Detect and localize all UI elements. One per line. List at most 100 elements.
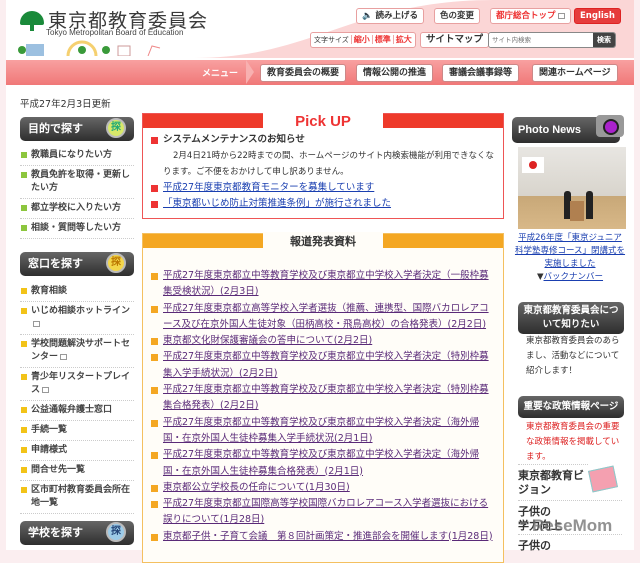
last-updated: 平成27年2月3日更新: [20, 99, 111, 110]
list-item: 東京都子供・子育て会議 第８回計画策定・推進部会を開催します(1月28日): [151, 529, 495, 545]
label: いじめ相談ホットライン: [31, 306, 131, 316]
photo-caption: 平成26年度「東京ジュニア科学塾専修コース」閉講式を実施しました ▼バックナンバー: [514, 232, 626, 284]
purpose-title: 目的で探す: [28, 122, 83, 135]
about-header[interactable]: 東京都教育委員会について知りたい: [518, 302, 624, 334]
sidebar-item-municipal[interactable]: 区市町村教育委員会所在地一覧: [20, 481, 134, 514]
pickup-maintenance-title: システムメンテナンスのお知らせ: [151, 132, 495, 148]
header: 東京都教育委員会 Tokyo Metropolitan Board of Edu…: [6, 0, 634, 58]
nav-item-links[interactable]: 関連ホームページ: [532, 64, 618, 82]
press-release-box: 報道発表資料 平成27年度東京都立中等教育学校及び東京都立中学校入学者決定（一般…: [142, 232, 504, 563]
press-link[interactable]: 平成27年度東京都立中等教育学校及び東京都立中学校入学者決定（海外帰国・在京外国…: [163, 417, 479, 444]
external-link-icon: [33, 320, 40, 327]
press-bar: 報道発表資料: [143, 232, 503, 252]
school-search-header[interactable]: 学校を探す 探: [20, 521, 134, 545]
nav-item-overview[interactable]: 教育委員会の概要: [260, 64, 347, 82]
pickup-title: Pick UP: [263, 112, 383, 132]
sidebar-item-support-center[interactable]: 学校問題解決サポートセンター: [20, 335, 134, 368]
read-aloud-button[interactable]: 🔈 読み上げる: [356, 8, 425, 24]
press-link[interactable]: 平成27年度東京都立中等教育学校及び東京都立中学校入学者決定（特別枠募集合格発表…: [163, 384, 489, 411]
podium-shape: [570, 201, 584, 221]
sidebar-item-forms[interactable]: 申請様式: [20, 441, 134, 461]
magnifier-icon: 探: [106, 522, 126, 542]
press-link[interactable]: 平成27年度東京都立中等教育学校及び東京都立中学校入学者決定（特別枠募集入学手続…: [163, 351, 489, 378]
sidebar-item-restart-place[interactable]: 青少年リスタートプレイス: [20, 368, 134, 401]
press-link[interactable]: 東京都子供・子育て会議 第８回計画策定・推進部会を開催します(1月28日): [163, 531, 493, 542]
press-link[interactable]: 平成27年度東京都立中等教育学校及び東京都立中学校入学者決定（一般枠募集受検状況…: [163, 270, 489, 297]
color-change-button[interactable]: 色の変更: [434, 8, 481, 24]
photo-news-image[interactable]: [518, 147, 626, 229]
font-small-button[interactable]: 縮小: [350, 35, 370, 44]
press-link[interactable]: 平成27年度東京都立中等教育学校及び東京都立中学校入学者決定（海外帰国・在京外国…: [163, 449, 479, 476]
list-item: 平成27年度東京都立中等教育学校及び東京都立中学校入学者決定（海外帰国・在京外国…: [151, 447, 495, 480]
external-link-icon: [557, 12, 565, 19]
policy-desc: 東京都教育委員会の重要な政策情報を掲載しています。: [526, 422, 620, 462]
nav-item-minutes[interactable]: 審議会議事録等: [442, 64, 520, 82]
sidebar-item-procedures[interactable]: 手続一覧: [20, 421, 134, 441]
vision-link[interactable]: 東京都教育ビジョン: [518, 464, 588, 497]
ginkgo-logo-icon: [20, 9, 44, 31]
site-search: 検索: [488, 32, 616, 48]
back-number-link[interactable]: バックナンバー: [544, 272, 604, 282]
books-icon: [587, 465, 619, 493]
font-normal-button[interactable]: 標準: [371, 35, 391, 44]
school-title: 学校を探す: [28, 526, 83, 539]
sidebar-item-license[interactable]: 教員免許を取得・更新したい方: [20, 166, 134, 199]
sidebar-item-teacher[interactable]: 教職員になりたい方: [20, 146, 134, 166]
font-size-label: 文字サイズ: [314, 36, 349, 44]
list-item: 平成27年度東京都立高等学校入学者選抜（推薦、連携型、国際バカロレアコース及び在…: [151, 301, 495, 334]
press-link[interactable]: 東京都公立学校長の任命について(1月30日): [163, 482, 350, 493]
search-button[interactable]: 検索: [593, 33, 615, 47]
about-desc: 東京都教育委員会のあらまし、活動などについて紹介します！: [526, 336, 620, 376]
list-item: 平成27年度東京都立国際高等学校国際バカロレアコース入学者選抜における誤りについ…: [151, 496, 495, 529]
sidebar-item-whistleblower[interactable]: 公益通報弁護士窓口: [20, 401, 134, 421]
sidebar-item-bullying-hotline[interactable]: いじめ相談ホットライン: [20, 302, 134, 335]
sidebar-item-consult[interactable]: 相談・質問等したい方: [20, 219, 134, 239]
list-item: 平成27年度東京都立中等教育学校及び東京都立中学校入学者決定（一般枠募集受検状況…: [151, 268, 495, 301]
logo-subtitle: Tokyo Metropolitan Board of Education: [46, 28, 184, 37]
nav-arrow-icon: [246, 60, 254, 84]
pickup-item: 平成27年度東京都教育モニターを募集しています: [151, 180, 495, 196]
metro-top-link[interactable]: 都庁総合トップ: [490, 8, 571, 24]
child-link[interactable]: 子供の: [518, 534, 622, 553]
pickup-maintenance-desc: 2月4日21時から22時までの間、ホームページのサイト内検索機能が利用できなくな…: [163, 151, 495, 177]
photo-news-header[interactable]: Photo News: [512, 115, 624, 143]
font-large-button[interactable]: 拡大: [392, 35, 412, 44]
font-size-control: 文字サイズ 縮小 標準 拡大: [310, 32, 416, 48]
purpose-search-header: 目的で探す 探: [20, 117, 134, 141]
magnifier-icon: 探: [106, 253, 126, 273]
metro-top-label: 都庁総合トップ: [496, 11, 556, 21]
list-item: 平成27年度東京都立中等教育学校及び東京都立中学校入学者決定（特別枠募集合格発表…: [151, 382, 495, 415]
window-title: 窓口を探す: [28, 257, 83, 270]
window-search-header: 窓口を探す 探: [20, 252, 134, 276]
photo-news-title: Photo News: [518, 124, 581, 136]
nav-label: メニュー: [202, 69, 239, 79]
english-button[interactable]: English: [574, 8, 621, 24]
magnifier-icon: 探: [106, 118, 126, 138]
nav-item-disclosure[interactable]: 情報公開の推進: [356, 64, 434, 82]
sitemap-button[interactable]: サイトマップ: [420, 32, 490, 48]
pickup-monitor-link[interactable]: 平成27年度東京都教育モニターを募集しています: [163, 182, 374, 193]
sidebar-item-edu-consult[interactable]: 教育相談: [20, 282, 134, 302]
main-nav: メニュー 教育委員会の概要 情報公開の推進 審議会議事録等 関連ホームページ: [6, 60, 634, 85]
sidebar-item-contacts[interactable]: 問合せ先一覧: [20, 461, 134, 481]
camera-icon: [596, 115, 624, 137]
window-list: 教育相談 いじめ相談ホットライン 学校問題解決サポートセンター 青少年リスタート…: [20, 282, 134, 514]
external-link-icon: [60, 353, 68, 360]
list-item: 平成27年度東京都立中等教育学校及び東京都立中学校入学者決定（特別枠募集入学手続…: [151, 349, 495, 382]
list-item: 東京都文化財保護審議会の答申について(2月2日): [151, 333, 495, 349]
press-link[interactable]: 東京都文化財保護審議会の答申について(2月2日): [163, 335, 372, 346]
press-link[interactable]: 平成27年度東京都立高等学校入学者選抜（推薦、連携型、国際バカロレアコース及び在…: [163, 303, 489, 330]
pickup-item: 「東京都いじめ防止対策推進条例」が施行されました: [151, 196, 495, 212]
external-link-icon: [42, 386, 50, 393]
press-link[interactable]: 平成27年度東京都立国際高等学校国際バカロレアコース入学者選抜における誤りについ…: [163, 498, 488, 525]
policy-header[interactable]: 重要な政策情報ページ: [518, 396, 624, 418]
school-illustration-icon: [18, 40, 161, 56]
sidebar-item-enroll[interactable]: 都立学校に入りたい方: [20, 199, 134, 219]
flag-icon: [522, 157, 544, 173]
photo-caption-link[interactable]: 平成26年度「東京ジュニア科学塾専修コース」閉講式を実施しました: [515, 233, 625, 269]
search-input[interactable]: [489, 33, 589, 47]
label: 学校問題解決サポートセンター: [31, 339, 131, 362]
person-shape: [586, 191, 593, 219]
pickup-ordinance-link[interactable]: 「東京都いじめ防止対策推進条例」が施行されました: [163, 198, 391, 209]
pickup-bar: Pick UP: [143, 112, 503, 132]
